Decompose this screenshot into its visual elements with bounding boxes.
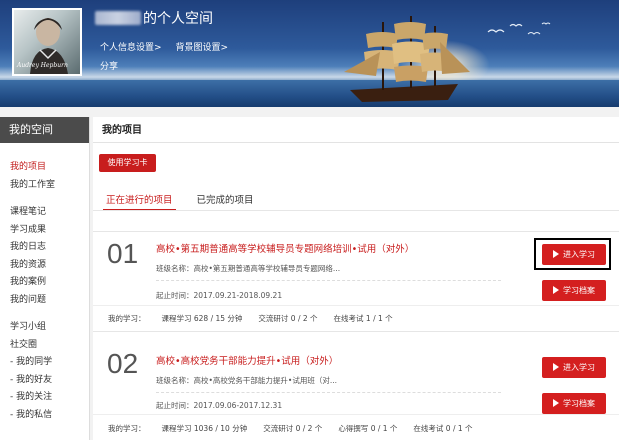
study-stats: 我的学习： 课程学习 1036 / 10 分钟 交流研讨 0 / 2 个 心得撰…	[108, 423, 489, 434]
divider	[93, 305, 619, 306]
sidebar-item-my-classmates[interactable]: - 我的同学	[10, 354, 89, 372]
stat-reflection-writing: 心得撰写 0 / 1 个	[338, 424, 398, 433]
main-content: 我的项目 使用学习卡 正在进行的项目 已完成的项目 01 高校•第五期普通高等学…	[93, 117, 619, 440]
sailing-ship-image	[344, 16, 470, 102]
banner-sea	[0, 80, 619, 107]
study-archive-button[interactable]: 学习档案	[542, 393, 606, 414]
stat-online-exam: 在线考试 1 / 1 个	[333, 314, 393, 323]
enter-study-label: 进入学习	[563, 250, 595, 259]
play-icon	[553, 250, 559, 258]
title-suffix: 的个人空间	[143, 11, 213, 27]
tab-in-progress[interactable]: 正在进行的项目	[103, 192, 176, 211]
play-icon	[553, 399, 559, 407]
enter-study-button[interactable]: 进入学习	[542, 244, 606, 265]
sidebar-group-projects: 我的项目 我的工作室	[0, 159, 89, 194]
sidebar-item-my-studio[interactable]: 我的工作室	[10, 177, 89, 195]
profile-settings-link[interactable]: 个人信息设置>	[100, 40, 162, 53]
page-title: 的个人空间	[95, 8, 213, 28]
sidebar-item-my-projects[interactable]: 我的项目	[10, 159, 89, 177]
stat-discussion: 交流研讨 0 / 2 个	[258, 314, 318, 323]
sidebar-item-my-follows[interactable]: - 我的关注	[10, 389, 89, 407]
project-dates: 起止时间：2017.09.06-2017.12.31	[156, 401, 283, 410]
sidebar-item-my-cases[interactable]: 我的案例	[10, 274, 89, 292]
project-number: 01	[107, 238, 139, 269]
stats-label: 我的学习：	[108, 314, 146, 323]
study-archive-button[interactable]: 学习档案	[542, 280, 606, 301]
study-stats: 我的学习： 课程学习 628 / 15 分钟 交流研讨 0 / 2 个 在线考试…	[108, 313, 409, 324]
stat-course-study: 课程学习 1036 / 10 分钟	[161, 424, 248, 433]
background-settings-link[interactable]: 背景图设置>	[176, 40, 229, 53]
sidebar-header: 我的空间	[0, 117, 89, 143]
project-title-link[interactable]: 高校•第五期普通高等学校辅导员专题网络培训•试用（对外）	[156, 241, 414, 255]
stats-label: 我的学习：	[108, 424, 146, 433]
study-archive-label: 学习档案	[563, 399, 595, 408]
seagulls-image	[487, 22, 551, 35]
sidebar-group-social: 学习小组 社交圈 - 我的同学 - 我的好友 - 我的关注 - 我的私信	[0, 319, 89, 424]
play-icon	[553, 286, 559, 294]
play-icon	[553, 363, 559, 371]
study-archive-label: 学习档案	[563, 286, 595, 295]
blurred-username	[95, 11, 141, 25]
project-tabs: 正在进行的项目 已完成的项目	[103, 192, 257, 211]
project-dates: 起止时间：2017.09.21-2018.09.21	[156, 291, 283, 300]
enter-study-button[interactable]: 进入学习	[542, 357, 606, 378]
avatar-signature: Audrey Hepburn	[17, 62, 68, 69]
tab-completed[interactable]: 已完成的项目	[194, 192, 257, 211]
sidebar-item-my-friends[interactable]: - 我的好友	[10, 372, 89, 390]
profile-links: 个人信息设置> 背景图设置>	[100, 40, 228, 53]
tabs-divider	[93, 210, 619, 211]
enter-study-label: 进入学习	[563, 363, 595, 372]
project-number: 02	[107, 348, 139, 379]
profile-banner: Audrey Hepburn 的个人空间 个人信息设置> 背景图设置> 分享	[0, 0, 619, 107]
project-title-link[interactable]: 高校•高校党务干部能力提升•试用（对外）	[156, 353, 338, 367]
dashed-divider	[156, 280, 501, 281]
class-name: 班级名称：高校•第五期普通高等学校辅导员专题网络...	[156, 264, 341, 273]
stat-discussion: 交流研讨 0 / 2 个	[263, 424, 323, 433]
divider	[93, 414, 619, 415]
use-study-card-button[interactable]: 使用学习卡	[99, 154, 156, 172]
sidebar: 我的空间 我的项目 我的工作室 课程笔记 学习成果 我的日志 我的资源 我的案例…	[0, 117, 90, 440]
sidebar-item-study-groups[interactable]: 学习小组	[10, 319, 89, 337]
divider	[93, 231, 619, 232]
sidebar-item-social-circle[interactable]: 社交圈	[10, 337, 89, 355]
divider	[93, 331, 619, 332]
sidebar-item-my-journal[interactable]: 我的日志	[10, 239, 89, 257]
class-name: 班级名称：高校•高校党务干部能力提升•试用班（对...	[156, 376, 337, 385]
sidebar-item-course-notes[interactable]: 课程笔记	[10, 204, 89, 222]
section-title: 我的项目	[93, 117, 619, 143]
stat-course-study: 课程学习 628 / 15 分钟	[161, 314, 243, 323]
dashed-divider	[156, 392, 501, 393]
share-link[interactable]: 分享	[100, 59, 118, 72]
sidebar-item-my-resources[interactable]: 我的资源	[10, 257, 89, 275]
sidebar-item-learning-results[interactable]: 学习成果	[10, 222, 89, 240]
sidebar-item-my-questions[interactable]: 我的问题	[10, 292, 89, 310]
avatar[interactable]: Audrey Hepburn	[12, 8, 82, 76]
stat-online-exam: 在线考试 0 / 1 个	[413, 424, 473, 433]
sidebar-group-learning: 课程笔记 学习成果 我的日志 我的资源 我的案例 我的问题	[0, 204, 89, 309]
sidebar-item-my-messages[interactable]: - 我的私信	[10, 407, 89, 425]
